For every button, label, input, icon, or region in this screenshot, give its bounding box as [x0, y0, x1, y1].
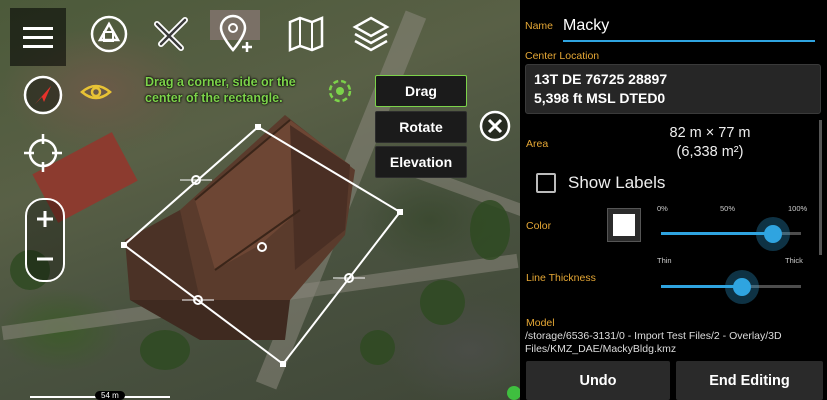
zoom-control — [25, 198, 65, 282]
area-dimensions: 82 m × 77 m — [669, 125, 751, 141]
corner-handle — [397, 209, 403, 215]
instruction-text: Drag a corner, side or the center of the… — [145, 75, 296, 105]
map-view[interactable]: Drag a corner, side or the center of the… — [0, 0, 520, 400]
compass-button[interactable] — [20, 72, 66, 118]
zoom-out-button[interactable] — [27, 240, 63, 278]
model-overlay[interactable] — [0, 0, 520, 400]
thickness-slider-knob[interactable] — [733, 278, 752, 296]
visibility-button[interactable] — [80, 78, 112, 106]
center-location-label: Center Location — [525, 50, 600, 62]
crosshair-icon — [24, 134, 62, 172]
details-panel: Name Macky Center Location 13T DE 76725 … — [520, 0, 827, 400]
x-tools-icon — [154, 17, 188, 51]
name-row: Name Macky — [525, 12, 820, 42]
opacity-tick-max: 100% — [788, 204, 808, 213]
area-square: (6,338 m²) — [676, 144, 744, 160]
thickness-slider-fill — [661, 285, 743, 288]
close-edit-button[interactable] — [478, 109, 512, 143]
name-input[interactable]: Macky — [563, 12, 815, 42]
undo-button[interactable]: Undo — [526, 361, 670, 400]
model-path: /storage/6536-3131/0 - Import Test Files… — [525, 330, 782, 355]
color-swatch-button[interactable] — [607, 208, 641, 242]
zoom-in-button[interactable] — [27, 200, 63, 238]
add-point-button[interactable] — [212, 11, 258, 57]
layers-button[interactable] — [348, 11, 394, 57]
thickness-tick-max: Thick — [785, 256, 803, 265]
mgrs-coordinate: 13T DE 76725 28897 — [534, 71, 668, 87]
drag-mode-button[interactable]: Drag — [375, 75, 467, 107]
name-label: Name — [525, 20, 554, 32]
hamburger-icon — [23, 27, 53, 48]
minus-icon — [37, 257, 53, 261]
model-label: Model — [526, 317, 555, 329]
checkbox-box — [536, 173, 556, 193]
shapes-tool-button[interactable] — [86, 11, 132, 57]
show-labels-checkbox[interactable]: Show Labels — [536, 170, 665, 196]
tools-button[interactable] — [148, 11, 194, 57]
map-icon — [288, 16, 324, 52]
shapes-icon — [90, 15, 128, 53]
plus-icon — [37, 211, 53, 227]
eye-icon — [80, 84, 112, 100]
color-swatch — [613, 214, 635, 236]
center-target-button[interactable] — [327, 78, 353, 104]
close-icon — [479, 110, 511, 142]
opacity-tick-min: 0% — [657, 204, 668, 213]
corner-handle — [255, 124, 261, 130]
area-label: Area — [526, 138, 549, 150]
rotate-mode-button[interactable]: Rotate — [375, 111, 467, 143]
center-location-box[interactable]: 13T DE 76725 28897 5,398 ft MSL DTED0 — [525, 64, 821, 114]
maps-button[interactable] — [283, 11, 329, 57]
compass-icon — [23, 75, 63, 115]
scrollbar[interactable] — [819, 120, 822, 255]
opacity-slider-fill — [661, 232, 773, 235]
layers-icon — [352, 16, 390, 52]
elevation-value: 5,398 ft MSL DTED0 — [534, 90, 666, 106]
opacity-tick-mid: 50% — [720, 204, 736, 213]
elevation-mode-button[interactable]: Elevation — [375, 146, 467, 178]
end-editing-button[interactable]: End Editing — [676, 361, 823, 400]
opacity-slider-knob[interactable] — [764, 225, 782, 243]
scale-label: 54 m — [95, 391, 125, 400]
gps-button[interactable] — [20, 130, 66, 176]
thickness-tick-min: Thin — [657, 256, 672, 265]
color-label: Color — [526, 220, 552, 232]
show-labels-text: Show Labels — [568, 173, 666, 192]
menu-button[interactable] — [10, 8, 66, 66]
corner-handle — [280, 361, 286, 367]
add-point-icon — [219, 14, 252, 52]
line-thickness-label: Line Thickness — [526, 272, 596, 284]
corner-handle — [121, 242, 127, 248]
center-target-icon — [328, 79, 352, 103]
status-indicator — [507, 386, 520, 400]
